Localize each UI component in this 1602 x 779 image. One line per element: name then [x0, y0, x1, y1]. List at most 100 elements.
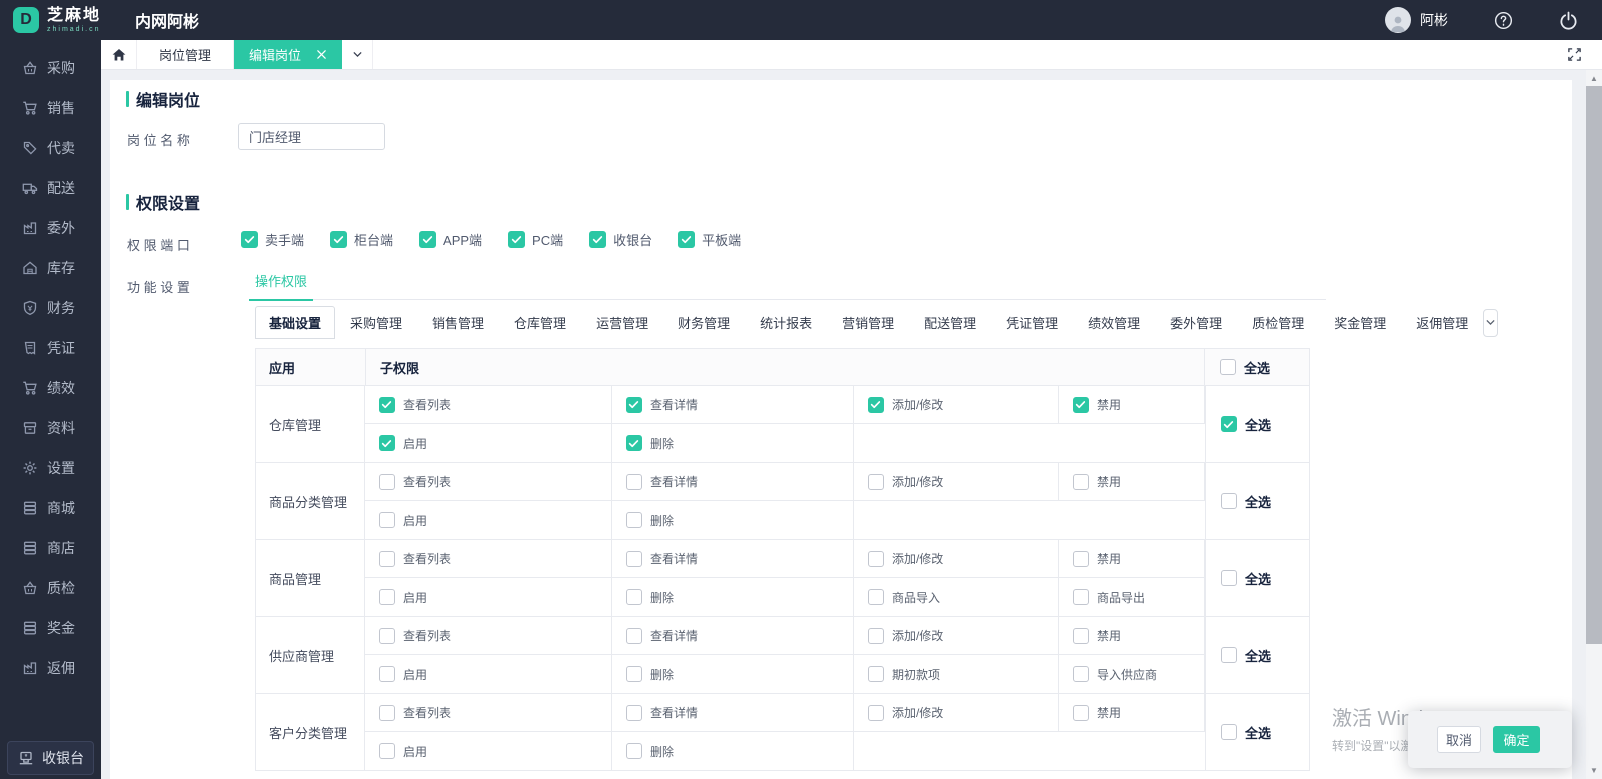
perm-checkbox[interactable]	[378, 396, 395, 413]
power-icon[interactable]	[1559, 11, 1578, 30]
user-name[interactable]: 阿彬	[1420, 10, 1448, 30]
cancel-button[interactable]: 取消	[1437, 726, 1481, 753]
perm-checkbox[interactable]	[378, 589, 395, 605]
perm-checkbox[interactable]	[1072, 550, 1089, 567]
perm-tab-采购管理[interactable]: 采购管理	[335, 306, 417, 339]
sidebar-item-凭证[interactable]: 凭证	[0, 328, 101, 368]
scroll-up-arrow-icon[interactable]: ▲	[1586, 71, 1602, 86]
sidebar-item-奖金[interactable]: 奖金	[0, 608, 101, 648]
sidebar-item-返佣[interactable]: 返佣	[0, 648, 101, 688]
post-name-input[interactable]	[238, 123, 385, 150]
perm-checkbox[interactable]	[867, 396, 884, 413]
perm-tab-运营管理[interactable]: 运营管理	[581, 306, 663, 339]
port-checkbox[interactable]	[330, 231, 348, 248]
perm-tabs-more-button[interactable]	[1483, 308, 1499, 337]
perm-tab-营销管理[interactable]: 营销管理	[827, 306, 909, 339]
perm-checkbox[interactable]	[625, 512, 642, 528]
perm-checkbox[interactable]	[378, 473, 395, 490]
perm-checkbox[interactable]	[1072, 666, 1089, 682]
perm-checkbox[interactable]	[625, 589, 642, 605]
tab-list-dropdown[interactable]	[342, 40, 374, 69]
scroll-down-arrow-icon[interactable]: ▼	[1586, 763, 1602, 778]
help-icon[interactable]	[1494, 11, 1513, 30]
perm-checkbox[interactable]	[867, 627, 884, 644]
sidebar-item-库存[interactable]: 库存	[0, 248, 101, 288]
confirm-button[interactable]: 确定	[1493, 726, 1540, 753]
port-checkbox-收银台[interactable]: 收银台	[589, 230, 652, 249]
perm-checkbox[interactable]	[867, 589, 884, 605]
perm-tab-统计报表[interactable]: 统计报表	[745, 306, 827, 339]
perm-checkbox[interactable]	[1072, 473, 1089, 490]
perm-checkbox[interactable]	[378, 512, 395, 528]
port-checkbox[interactable]	[589, 231, 607, 248]
perm-checkbox[interactable]	[1072, 704, 1089, 721]
perm-tab-返佣管理[interactable]: 返佣管理	[1401, 306, 1483, 339]
perm-tab-基础设置[interactable]: 基础设置	[255, 306, 336, 339]
perm-checkbox[interactable]	[1072, 589, 1089, 605]
port-checkbox[interactable]	[419, 231, 437, 248]
sidebar-item-委外[interactable]: 委外	[0, 208, 101, 248]
group-select-all-checkbox[interactable]	[1220, 647, 1237, 663]
perm-checkbox[interactable]	[867, 704, 884, 721]
sidebar-item-质检[interactable]: 质检	[0, 568, 101, 608]
perm-checkbox[interactable]	[378, 743, 395, 759]
perm-tab-凭证管理[interactable]: 凭证管理	[991, 306, 1073, 339]
close-tab-icon[interactable]	[316, 49, 327, 60]
perm-checkbox[interactable]	[1072, 627, 1089, 644]
perm-tab-仓库管理[interactable]: 仓库管理	[499, 306, 581, 339]
group-select-all-checkbox[interactable]	[1220, 416, 1237, 432]
group-select-all-checkbox[interactable]	[1220, 570, 1237, 586]
perm-checkbox[interactable]	[625, 704, 642, 721]
sidebar-item-财务[interactable]: 财务	[0, 288, 101, 328]
perm-checkbox[interactable]	[378, 550, 395, 567]
group-select-all-checkbox[interactable]	[1220, 724, 1237, 740]
sidebar-item-商城[interactable]: 商城	[0, 488, 101, 528]
sidebar-item-销售[interactable]: 销售	[0, 88, 101, 128]
tab-edit-post[interactable]: 编辑岗位	[234, 40, 343, 69]
scrollbar-thumb[interactable]	[1586, 86, 1602, 644]
perm-tab-质检管理[interactable]: 质检管理	[1237, 306, 1319, 339]
fullscreen-button[interactable]	[1567, 40, 1582, 69]
port-checkbox[interactable]	[678, 231, 696, 248]
perm-checkbox[interactable]	[625, 435, 642, 451]
perm-checkbox[interactable]	[378, 435, 395, 451]
sidebar-item-商店[interactable]: 商店	[0, 528, 101, 568]
perm-checkbox[interactable]	[625, 743, 642, 759]
port-checkbox[interactable]	[241, 231, 258, 248]
sidebar-item-配送[interactable]: 配送	[0, 168, 101, 208]
select-all-checkbox[interactable]	[1220, 359, 1236, 375]
sidebar-item-绩效[interactable]: 绩效	[0, 368, 101, 408]
perm-tab-绩效管理[interactable]: 绩效管理	[1073, 306, 1155, 339]
perm-checkbox[interactable]	[378, 666, 395, 682]
port-checkbox-柜台端[interactable]: 柜台端	[330, 230, 393, 249]
sidebar-item-代卖[interactable]: 代卖	[0, 128, 101, 168]
sidebar-item-cashier[interactable]: 收银台	[7, 741, 94, 775]
perm-tab-委外管理[interactable]: 委外管理	[1155, 306, 1237, 339]
perm-checkbox[interactable]	[625, 666, 642, 682]
sidebar-item-设置[interactable]: 设置	[0, 448, 101, 488]
perm-checkbox[interactable]	[867, 666, 884, 682]
group-select-all-checkbox[interactable]	[1220, 493, 1237, 509]
perm-checkbox[interactable]	[1072, 396, 1089, 413]
perm-checkbox[interactable]	[625, 550, 642, 567]
perm-tab-财务管理[interactable]: 财务管理	[663, 306, 745, 339]
port-checkbox-卖手端[interactable]: 卖手端	[241, 230, 304, 249]
perm-checkbox[interactable]	[625, 627, 642, 644]
tab-post-management[interactable]: 岗位管理	[137, 40, 235, 69]
vertical-scrollbar[interactable]: ▲ ▼	[1586, 70, 1602, 779]
sidebar-item-采购[interactable]: 采购	[0, 48, 101, 88]
perm-checkbox[interactable]	[378, 627, 395, 644]
perm-tab-配送管理[interactable]: 配送管理	[909, 306, 991, 339]
tab-operation-permission[interactable]: 操作权限	[249, 271, 314, 301]
sidebar-item-资料[interactable]: 资料	[0, 408, 101, 448]
perm-checkbox[interactable]	[625, 473, 642, 490]
perm-checkbox[interactable]	[867, 550, 884, 567]
port-checkbox-PC端[interactable]: PC端	[508, 230, 563, 249]
perm-tab-销售管理[interactable]: 销售管理	[417, 306, 499, 339]
home-tab[interactable]	[101, 40, 137, 69]
user-avatar[interactable]	[1385, 7, 1411, 33]
port-checkbox-平板端[interactable]: 平板端	[678, 230, 741, 249]
perm-tab-奖金管理[interactable]: 奖金管理	[1319, 306, 1401, 339]
perm-checkbox[interactable]	[625, 396, 642, 413]
port-checkbox[interactable]	[508, 231, 526, 248]
